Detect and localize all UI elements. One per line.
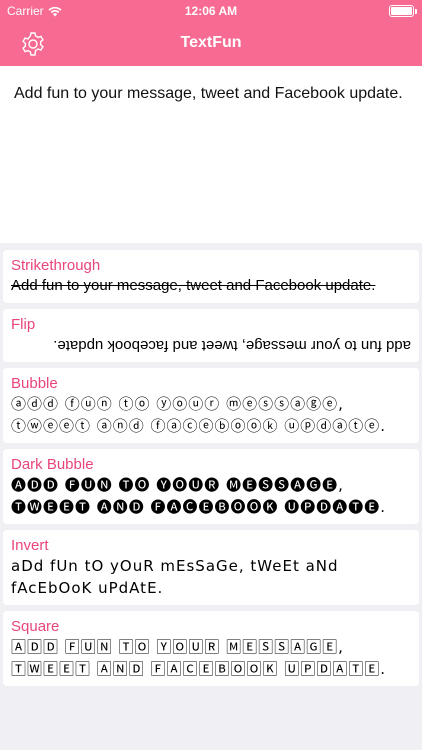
style-preview: 🄰🄳🄳 🄵🅄🄽 🅃🄾 🅈🄾🅄🅁 🄼🄴🅂🅂🄰🄶🄴, 🅃🅆🄴🄴🅃 🄰🄽🄳 🄵🄰🄲🄴🄱…	[11, 638, 387, 678]
style-card-square[interactable]: Square 🄰🄳🄳 🄵🅄🄽 🅃🄾 🅈🄾🅄🅁 🄼🄴🅂🅂🄰🄶🄴, 🅃🅆🄴🄴🅃 🄰🄽…	[3, 611, 419, 686]
style-label: Strikethrough	[11, 257, 101, 274]
navigation-bar: TextFun	[0, 22, 422, 66]
clock: 12:06 AM	[184, 4, 238, 18]
style-card-dark-bubble[interactable]: Dark Bubble 🅐🅓🅓 🅕🅤🅝 🅣🅞 🅨🅞🅤🅡 🅜🅔🅢🅢🅐🅖🅔, 🅣🅦🅔…	[3, 449, 419, 524]
style-card-bubble[interactable]: Bubble ⓐⓓⓓ ⓕⓤⓝ ⓣⓞ ⓨⓞⓤⓡ ⓜⓔⓢⓢⓐⓖⓔ, ⓣⓦⓔⓔⓣ ⓐⓝ…	[3, 368, 419, 443]
style-label: Dark Bubble	[11, 456, 94, 473]
style-card-strikethrough[interactable]: Strikethrough Add fun to your message, t…	[3, 250, 419, 303]
style-label: Bubble	[11, 375, 58, 392]
status-bar: Carrier 12:06 AM	[0, 0, 422, 22]
style-preview: ⓐⓓⓓ ⓕⓤⓝ ⓣⓞ ⓨⓞⓤⓡ ⓜⓔⓢⓢⓐⓖⓔ, ⓣⓦⓔⓔⓣ ⓐⓝⓓ ⓕⓐⓒⓔⓑ…	[11, 395, 387, 435]
style-label: Flip	[11, 316, 36, 333]
style-preview: Add fun to your message, tweet and Faceb…	[11, 277, 376, 294]
style-preview: aDd fUn tO yOuR mEsSaGe, tWeEt aNd fAcEb…	[11, 557, 339, 597]
style-list: Strikethrough Add fun to your message, t…	[0, 250, 422, 692]
header: Carrier 12:06 AM TextFun	[0, 0, 422, 66]
style-label: Square	[11, 618, 60, 635]
style-preview: add fun to your message, tweet and faceb…	[53, 337, 411, 354]
battery-icon	[389, 5, 417, 17]
message-text: Add fun to your message, tweet and Faceb…	[14, 85, 403, 102]
style-card-invert[interactable]: Invert aDd fUn tO yOuR mEsSaGe, tWeEt aN…	[3, 530, 419, 605]
style-preview: 🅐🅓🅓 🅕🅤🅝 🅣🅞 🅨🅞🅤🅡 🅜🅔🅢🅢🅐🅖🅔, 🅣🅦🅔🅔🅣 🅐🅝🅓 🅕🅐🅒🅔🅑…	[11, 476, 387, 516]
style-label: Invert	[11, 537, 49, 554]
message-input[interactable]: Add fun to your message, tweet and Faceb…	[0, 66, 422, 243]
page-title: TextFun	[180, 34, 242, 51]
style-card-flip[interactable]: Flip add fun to your message, tweet and …	[3, 309, 419, 362]
